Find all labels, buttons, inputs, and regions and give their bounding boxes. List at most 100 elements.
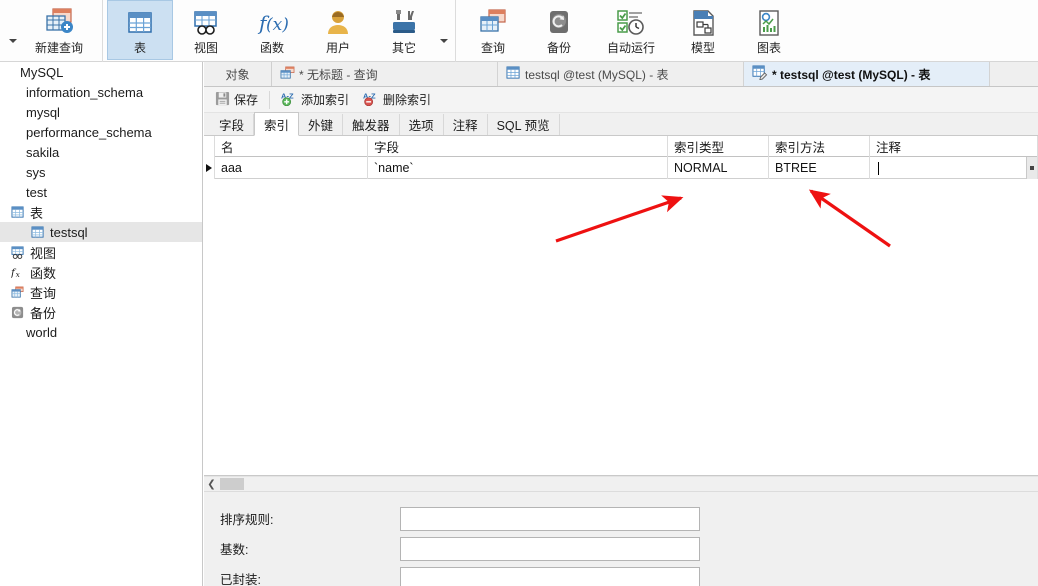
ribbon-button-automation[interactable]: 自动运行 — [592, 0, 670, 60]
svg-text:(x): (x) — [266, 15, 289, 35]
other-dropdown-caret[interactable] — [437, 0, 451, 60]
main-content-pane: 对象 * 无标题 - 查询 testsql @test (MySQL) - 表 … — [204, 62, 1038, 586]
ribbon-button-backup[interactable]: 备份 — [526, 0, 592, 60]
table-icon — [30, 224, 46, 240]
ribbon-label-automation: 自动运行 — [606, 41, 655, 55]
tree-item-函数[interactable]: f x 函数 — [0, 262, 202, 282]
database-tree-sidebar[interactable]: MySQL information_schema mysql performance_… — [0, 62, 203, 586]
ribbon-group-tools: 查询 备份 自动运行 模型 图表 — [460, 0, 802, 62]
ribbon-button-table[interactable]: 表 — [107, 0, 173, 60]
column-header-index-type[interactable]: 索引类型 — [668, 136, 769, 157]
ribbon-label-table: 表 — [133, 41, 146, 55]
property-input[interactable] — [400, 566, 700, 586]
cell-index-type[interactable]: NORMAL — [668, 157, 769, 179]
cell-index-comment[interactable] — [870, 157, 1038, 179]
tree-item-sakila[interactable]: sakila — [0, 142, 202, 162]
cell-index-name[interactable]: aaa — [215, 157, 368, 179]
column-header-comment[interactable]: 注释 — [870, 136, 1038, 157]
tree-item-mysql[interactable]: MySQL — [0, 62, 202, 82]
ribbon-button-function[interactable]: f (x) 函数 — [239, 0, 305, 60]
save-button[interactable]: 保存 — [209, 89, 264, 111]
designer-subtab-0[interactable]: 字段 — [210, 114, 255, 135]
ribbon-button-connection[interactable]: 接 — [0, 0, 6, 60]
add-index-button[interactable]: A-Z 添加索引 — [275, 89, 355, 111]
add-index-button-label: 添加索引 — [301, 93, 350, 107]
column-header-index-method[interactable]: 索引方法 — [769, 136, 870, 157]
tree-item-备份[interactable]: 备份 — [0, 302, 202, 322]
tree-item-test[interactable]: test — [0, 182, 202, 202]
tree-item-world[interactable]: world — [0, 322, 202, 342]
ribbon-button-other[interactable]: 其它 — [371, 0, 437, 60]
designer-subtab-label: 字段 — [219, 119, 245, 133]
connection-dropdown-caret[interactable] — [6, 0, 20, 60]
user-icon — [322, 6, 354, 40]
tab-testsql-table-designer[interactable]: * testsql @test (MySQL) - 表 — [744, 62, 990, 86]
cell-scroll-indicator[interactable] — [1026, 157, 1037, 179]
tree-item-label: 查询 — [30, 285, 57, 301]
new-connection-icon — [0, 6, 6, 40]
designer-subtab-1[interactable]: 索引 — [254, 112, 300, 136]
ribbon-label-function: 函数 — [259, 41, 284, 55]
tree-item-label: performance_schema — [26, 124, 152, 140]
index-grid[interactable]: 名 字段 索引类型 索引方法 注释 aaa `name` NORMAL BTRE… — [204, 136, 1038, 476]
function-icon: f (x) — [255, 6, 289, 40]
ribbon-button-query[interactable]: 查询 — [460, 0, 526, 60]
tab-objects-label: 对象 — [225, 67, 250, 82]
property-input[interactable] — [400, 506, 700, 531]
designer-subtab-label: 触发器 — [352, 119, 390, 133]
tree-item-testsql[interactable]: testsql — [0, 222, 202, 242]
save-button-label: 保存 — [234, 93, 259, 107]
tree-item-label: world — [26, 324, 58, 340]
tab-testsql-designer-label: * testsql @test (MySQL) - 表 — [772, 67, 931, 82]
designer-subtab-4[interactable]: 选项 — [400, 114, 444, 135]
column-header-name[interactable]: 名 — [215, 136, 368, 157]
designer-subtab-3[interactable]: 触发器 — [343, 114, 400, 135]
delete-index-button[interactable]: A-Z 删除索引 — [357, 89, 437, 111]
tree-item-label: test — [26, 184, 47, 200]
property-row: 基数: — [220, 536, 1038, 561]
view-icon — [190, 6, 222, 40]
designer-subtab-5[interactable]: 注释 — [444, 114, 488, 135]
grid-horizontal-scrollbar[interactable]: ❮ — [204, 476, 1038, 492]
tab-untitled-query[interactable]: * 无标题 - 查询 — [272, 62, 498, 86]
tree-item-sys[interactable]: sys — [0, 162, 202, 182]
table-row[interactable]: aaa `name` NORMAL BTREE — [204, 157, 1038, 179]
model-icon — [687, 6, 719, 40]
automation-icon — [614, 6, 648, 40]
designer-subtab-6[interactable]: SQL 预览 — [488, 114, 560, 135]
ribbon-button-chart[interactable]: 图表 — [736, 0, 802, 60]
designer-subtab-2[interactable]: 外键 — [299, 114, 344, 135]
tab-testsql-table[interactable]: testsql @test (MySQL) - 表 — [498, 62, 744, 86]
new-query-icon — [42, 6, 76, 40]
tree-item-spacer — [6, 164, 22, 180]
tree-item-mysql[interactable]: mysql — [0, 102, 202, 122]
cell-index-field[interactable]: `name` — [368, 157, 668, 179]
current-row-arrow-icon — [206, 164, 212, 172]
property-row: 已封装: — [220, 566, 1038, 586]
ribbon-button-view[interactable]: 视图 — [173, 0, 239, 60]
designer-subtab-label: 注释 — [452, 119, 478, 133]
tree-item-performance_schema[interactable]: performance_schema — [0, 122, 202, 142]
tree-item-查询[interactable]: 查询 — [0, 282, 202, 302]
row-marker-header — [204, 136, 215, 157]
tree-item-information_schema[interactable]: information_schema — [0, 82, 202, 102]
chart-icon — [753, 6, 785, 40]
text-cursor — [878, 161, 879, 175]
scrollbar-thumb[interactable] — [220, 478, 244, 490]
ribbon-button-model[interactable]: 模型 — [670, 0, 736, 60]
column-header-field[interactable]: 字段 — [368, 136, 668, 157]
row-indicator — [204, 157, 215, 179]
ribbon-label-backup: 备份 — [546, 41, 571, 55]
ribbon-button-user[interactable]: 用户 — [305, 0, 371, 60]
cell-index-method[interactable]: BTREE — [769, 157, 870, 179]
ribbon-label-view: 视图 — [193, 41, 218, 55]
scroll-left-chevron-icon[interactable]: ❮ — [204, 476, 219, 492]
designer-subtab-label: 索引 — [264, 118, 290, 133]
ribbon-button-new-query[interactable]: 新建查询 — [20, 0, 98, 60]
tab-objects[interactable]: 对象 — [204, 62, 272, 86]
tree-item-spacer — [6, 124, 22, 140]
chevron-down-icon — [9, 39, 17, 43]
property-input[interactable] — [400, 536, 700, 561]
tree-item-视图[interactable]: 视图 — [0, 242, 202, 262]
tree-item-表[interactable]: 表 — [0, 202, 202, 222]
